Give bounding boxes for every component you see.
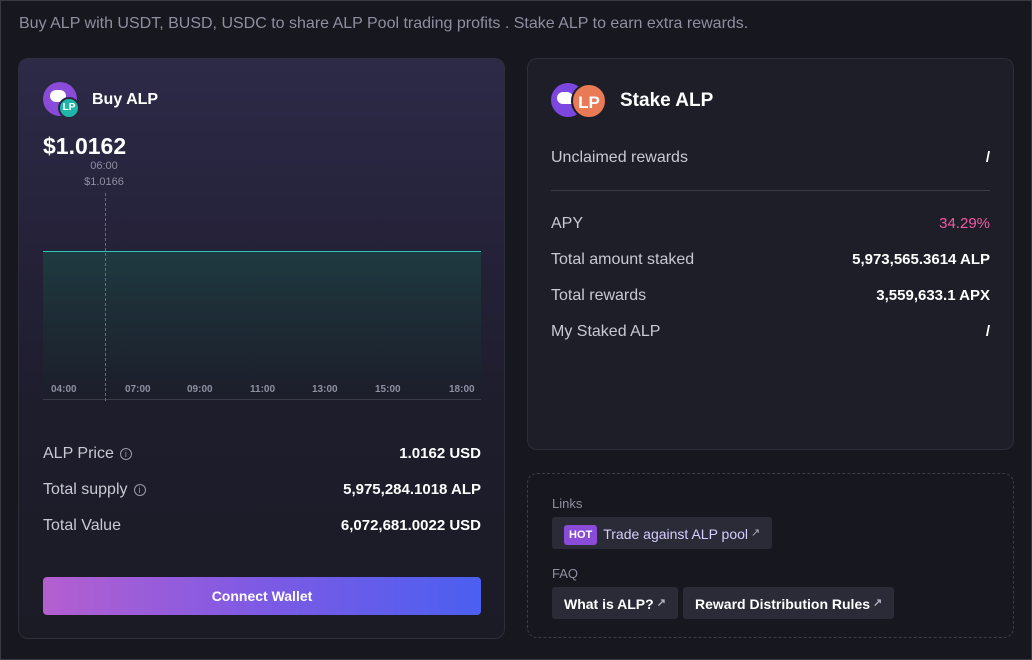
stat-label: Total Value — [43, 517, 121, 534]
alp-logo-icon: LP — [43, 82, 83, 122]
chart-x-axis — [43, 399, 481, 400]
apy-row: APY 34.29% — [551, 215, 990, 237]
apy-value: 34.29% — [939, 215, 990, 232]
row-label: My Staked ALP — [551, 323, 661, 340]
external-link-icon: ↗ — [751, 527, 761, 539]
links-label: Links — [552, 496, 583, 511]
divider — [551, 190, 990, 191]
row-label: Unclaimed rewards — [551, 149, 688, 166]
chart-x-tick: 07:00 — [125, 384, 151, 395]
external-link-icon: ↗ — [873, 597, 883, 609]
external-link-icon: ↗ — [656, 597, 666, 609]
info-icon[interactable]: i — [119, 448, 132, 460]
stat-label: ALP Price — [43, 445, 114, 462]
my-staked-row: My Staked ALP / — [551, 323, 990, 345]
buy-alp-card: LP Buy ALP $1.0162 06:00 $1.0166 04:00 0… — [18, 58, 505, 639]
alp-price-display: $1.0162 — [43, 133, 127, 159]
total-staked-row: Total amount staked 5,973,565.3614 ALP — [551, 251, 990, 273]
total-rewards-row: Total rewards 3,559,633.1 APX — [551, 287, 990, 309]
chart-crosshair — [105, 193, 106, 401]
stat-value: 1.0162 USD — [399, 445, 481, 462]
stat-value: 5,975,284.1018 ALP — [343, 481, 481, 498]
stake-alp-title: Stake ALP — [620, 90, 714, 111]
faq-item-label: Reward Distribution Rules — [695, 596, 871, 612]
stat-label: Total supply — [43, 481, 128, 498]
stake-alp-logo-icon: LP — [551, 81, 611, 121]
chart-x-tick: 13:00 — [312, 384, 338, 395]
chart-tooltip-time: 06:00 — [90, 160, 118, 172]
buy-alp-title: Buy ALP — [92, 91, 159, 108]
chart-x-tick: 18:00 — [449, 384, 475, 395]
hot-badge: HOT — [564, 525, 598, 545]
trade-link-label: Trade against ALP pool — [603, 526, 749, 542]
row-value: 3,559,633.1 APX — [876, 287, 990, 304]
chart-x-tick: 04:00 — [51, 384, 77, 395]
faq-reward-rules-link[interactable]: Reward Distribution Rules ↗ — [683, 587, 895, 619]
row-label: Total amount staked — [551, 251, 695, 268]
stat-alp-price: ALP Price i 1.0162 USD — [43, 445, 481, 469]
stat-total-value: Total Value 6,072,681.0022 USD — [43, 517, 481, 541]
stat-value: 6,072,681.0022 USD — [340, 517, 481, 534]
unclaimed-rewards-row: Unclaimed rewards / — [551, 149, 990, 171]
info-icon[interactable]: i — [133, 484, 146, 496]
links-card: Links HOT Trade against ALP pool ↗ FAQ Wha… — [527, 473, 1014, 638]
row-label: APY — [551, 215, 584, 232]
row-value: / — [985, 149, 990, 166]
chart-x-tick: 11:00 — [250, 384, 276, 395]
row-value: 5,973,565.3614 ALP — [852, 251, 990, 268]
price-chart-area — [43, 251, 481, 400]
chart-tooltip-value: $1.0166 — [84, 176, 124, 188]
chart-x-tick: 09:00 — [187, 384, 213, 395]
page-subtitle: Buy ALP with USDT, BUSD, USDC to share A… — [19, 15, 749, 32]
row-value: / — [985, 323, 990, 340]
faq-label: FAQ — [552, 566, 579, 581]
connect-wallet-button[interactable]: Connect Wallet — [43, 577, 481, 615]
chart-x-tick: 15:00 — [375, 384, 401, 395]
stake-alp-card: LP Stake ALP Unclaimed rewards / APY 34.… — [527, 58, 1014, 450]
faq-item-label: What is ALP? — [564, 596, 654, 612]
row-label: Total rewards — [551, 287, 647, 304]
price-chart[interactable] — [43, 251, 481, 401]
faq-what-is-alp-link[interactable]: What is ALP? ↗ — [552, 587, 678, 619]
trade-alp-pool-link[interactable]: HOT Trade against ALP pool ↗ — [552, 517, 773, 549]
stat-total-supply: Total supply i 5,975,284.1018 ALP — [43, 481, 481, 505]
